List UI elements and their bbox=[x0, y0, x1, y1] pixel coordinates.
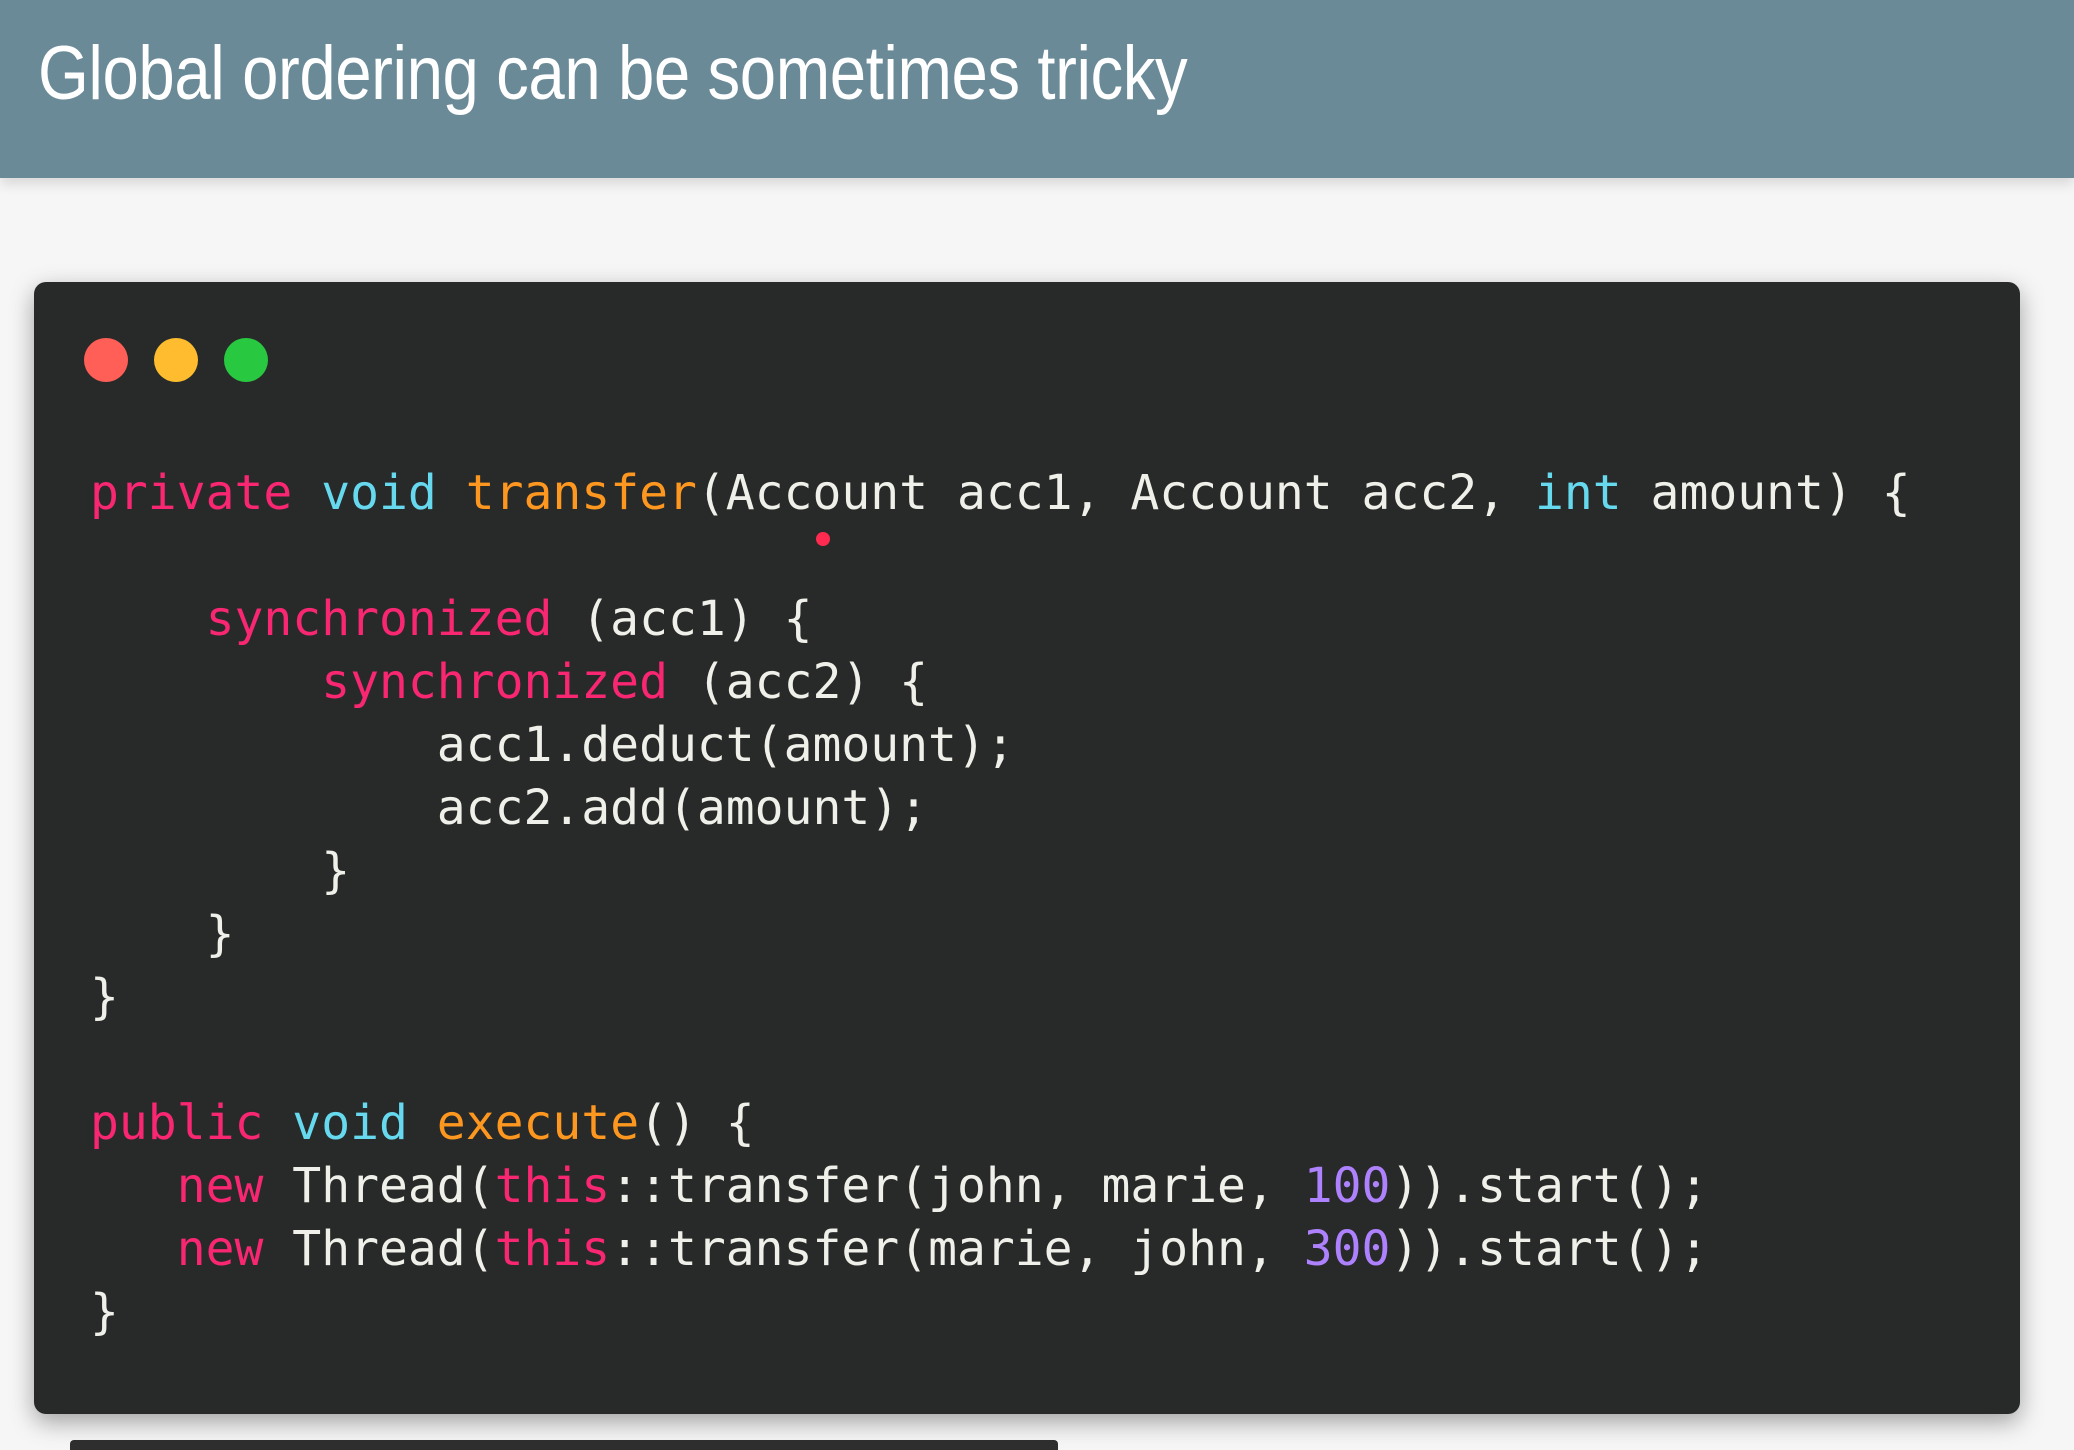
code-line: acc1.deduct(amount); bbox=[90, 714, 1911, 777]
code-token-plain: } bbox=[90, 906, 235, 962]
code-line: } bbox=[90, 966, 1911, 1029]
slide-title: Global ordering can be sometimes tricky bbox=[38, 31, 1188, 116]
minimize-dot-icon[interactable] bbox=[154, 338, 198, 382]
code-line: new Thread(this::transfer(john, marie, 1… bbox=[90, 1155, 1911, 1218]
code-token-plain: acc1.deduct(amount); bbox=[90, 717, 1015, 773]
code-token-type: int bbox=[1534, 465, 1622, 521]
code-line: synchronized (acc2) { bbox=[90, 651, 1911, 714]
code-token-keyword: new bbox=[176, 1221, 264, 1277]
code-token-number: 300 bbox=[1303, 1221, 1391, 1277]
scrollbar[interactable] bbox=[70, 1440, 1058, 1450]
code-token-plain: Thread( bbox=[263, 1158, 495, 1214]
code-token-plain: ::transfer(marie, john, bbox=[610, 1221, 1304, 1277]
code-line: private void transfer(Account acc1, Acco… bbox=[90, 462, 1911, 525]
code-token-plain: } bbox=[90, 843, 351, 899]
code-line: } bbox=[90, 1281, 1911, 1344]
code-token-plain: Thread( bbox=[263, 1221, 495, 1277]
code-token-plain: )).start(); bbox=[1390, 1221, 1709, 1277]
code-token-plain: () { bbox=[639, 1095, 755, 1151]
code-token-plain: (acc2) { bbox=[667, 654, 929, 710]
code-token-plain: } bbox=[90, 969, 119, 1025]
code-token-plain: (Account acc1, Account acc2, bbox=[696, 465, 1535, 521]
code-token-plain: (acc1) { bbox=[552, 591, 813, 647]
laser-pointer-icon bbox=[816, 532, 830, 546]
code-token-keyword: private bbox=[90, 465, 293, 521]
close-dot-icon[interactable] bbox=[84, 338, 128, 382]
code-token-keyword: synchronized bbox=[321, 654, 668, 710]
code-line: } bbox=[90, 903, 1911, 966]
slide-header: Global ordering can be sometimes tricky bbox=[0, 0, 2074, 178]
code-token-plain: )).start(); bbox=[1390, 1158, 1709, 1214]
code-token-keyword: new bbox=[176, 1158, 264, 1214]
code-token-type: void bbox=[292, 1095, 408, 1151]
code-token-keyword: this bbox=[494, 1158, 611, 1214]
code-token-type: void bbox=[321, 465, 437, 521]
code-token-function: execute bbox=[436, 1095, 640, 1151]
code-token-keyword: this bbox=[494, 1221, 611, 1277]
zoom-dot-icon[interactable] bbox=[224, 338, 268, 382]
code-line: new Thread(this::transfer(marie, john, 3… bbox=[90, 1218, 1911, 1281]
code-line: acc2.add(amount); bbox=[90, 777, 1911, 840]
code-token-keyword: synchronized bbox=[205, 591, 553, 647]
code-block: private void transfer(Account acc1, Acco… bbox=[90, 462, 1911, 1344]
code-token-keyword: public bbox=[90, 1095, 264, 1151]
code-token-plain: ::transfer(john, marie, bbox=[610, 1158, 1304, 1214]
code-token-plain: amount) { bbox=[1621, 465, 1911, 521]
code-token-plain: acc2.add(amount); bbox=[90, 780, 929, 836]
code-line: } bbox=[90, 840, 1911, 903]
code-token-function: transfer bbox=[465, 465, 697, 521]
code-window: private void transfer(Account acc1, Acco… bbox=[34, 282, 2020, 1414]
code-line: public void execute() { bbox=[90, 1092, 1911, 1155]
code-token-number: 100 bbox=[1303, 1158, 1391, 1214]
window-controls bbox=[84, 338, 268, 382]
code-line: synchronized (acc1) { bbox=[90, 588, 1911, 651]
code-token-plain: } bbox=[90, 1284, 119, 1340]
